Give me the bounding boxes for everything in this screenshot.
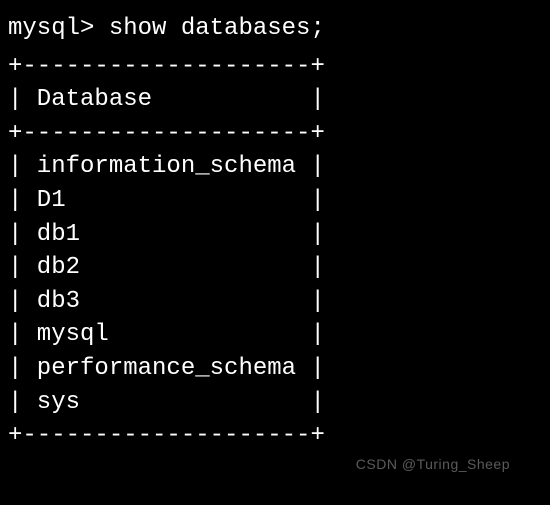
watermark: CSDN @Turing_Sheep: [356, 455, 510, 475]
table-row: | sys |: [8, 386, 542, 420]
table-row: | D1 |: [8, 184, 542, 218]
table-border-bottom: +--------------------+: [8, 419, 542, 453]
table-row: | mysql |: [8, 318, 542, 352]
table-row: | db2 |: [8, 251, 542, 285]
sql-command: show databases;: [109, 15, 325, 42]
command-line[interactable]: mysql> show databases;: [8, 12, 542, 46]
table-row: | db1 |: [8, 218, 542, 252]
table-row: | information_schema |: [8, 150, 542, 184]
table-row: | performance_schema |: [8, 352, 542, 386]
table-row: | db3 |: [8, 285, 542, 319]
table-border-top: +--------------------+: [8, 50, 542, 84]
table-header: | Database |: [8, 83, 542, 117]
mysql-prompt: mysql>: [8, 15, 109, 42]
table-border-mid: +--------------------+: [8, 117, 542, 151]
